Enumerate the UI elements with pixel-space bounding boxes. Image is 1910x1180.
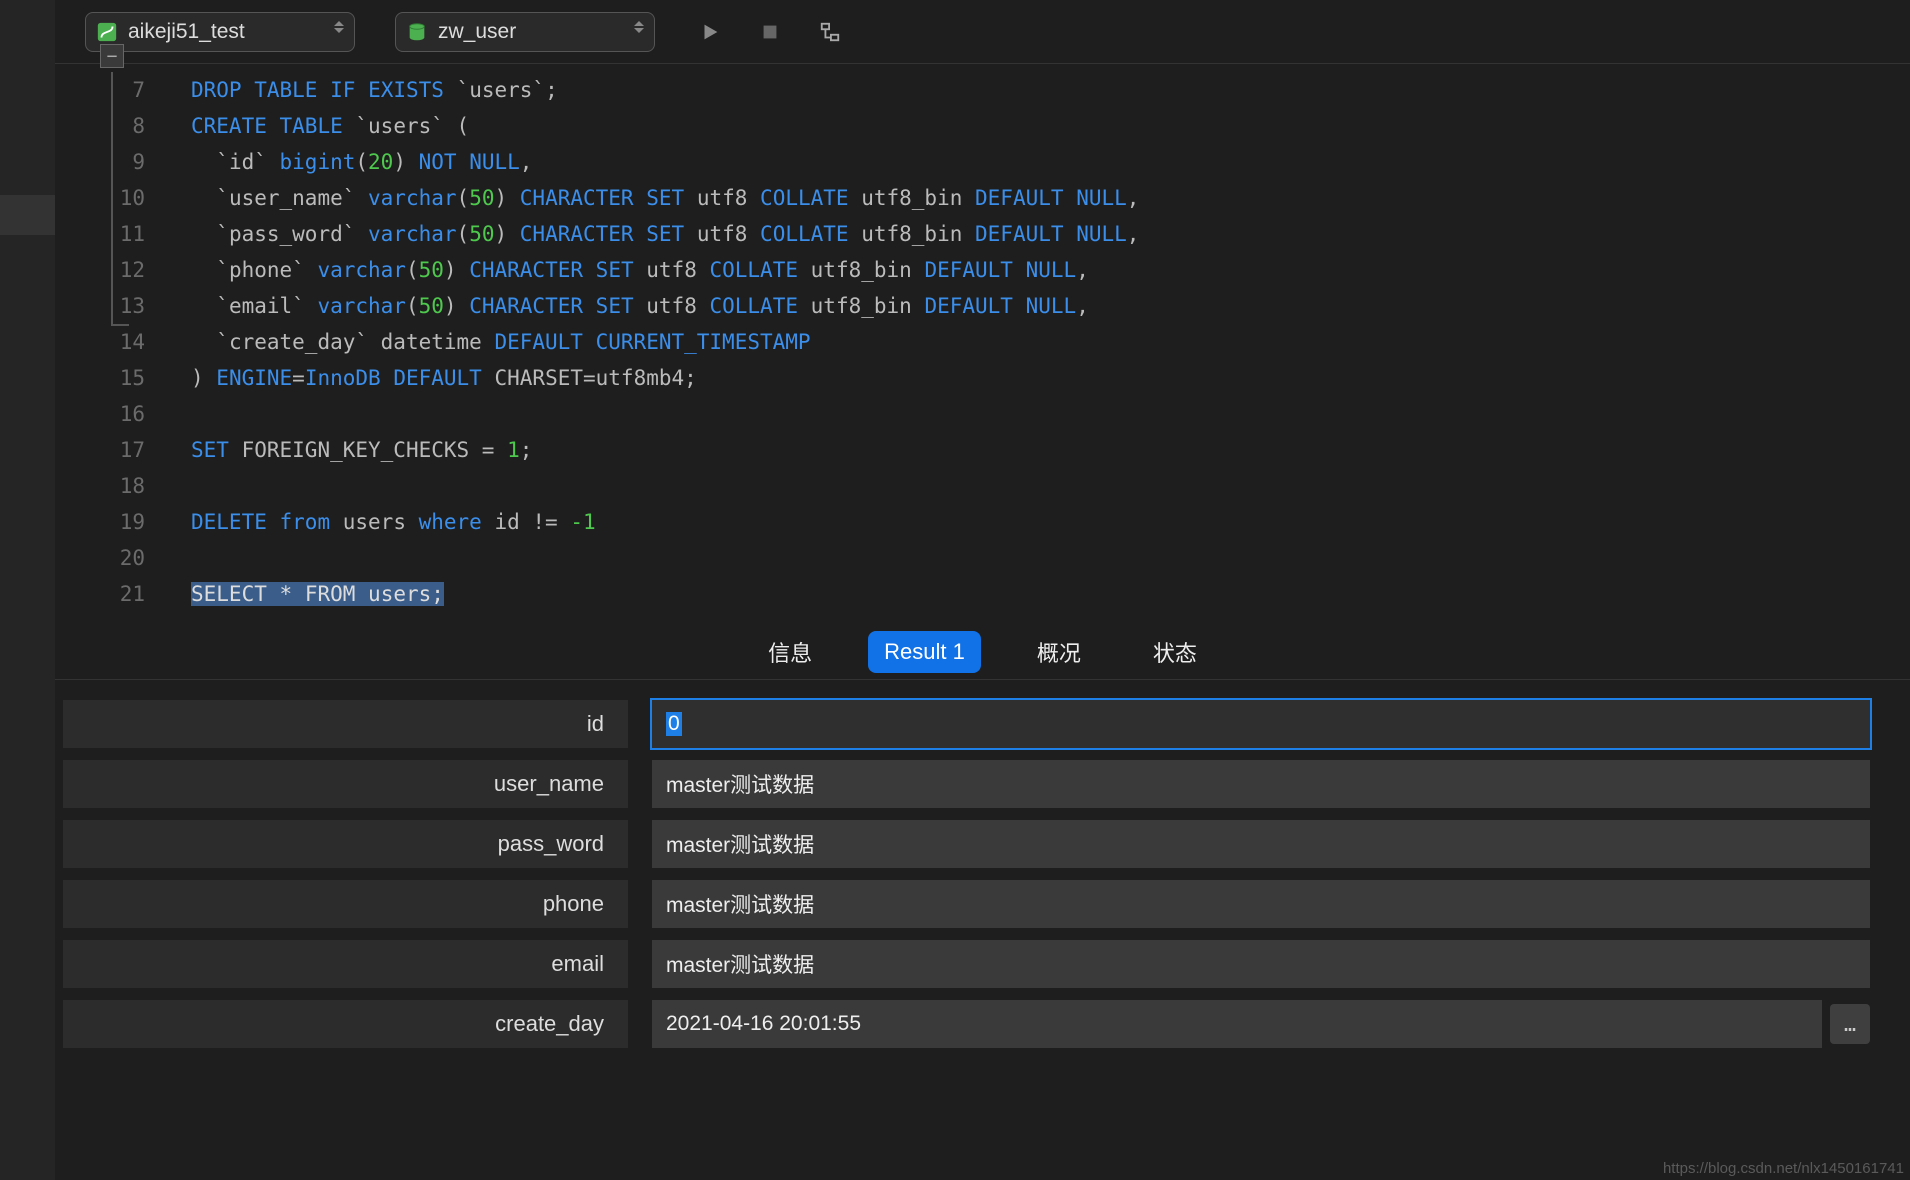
code-line[interactable]: `user_name` varchar(50) CHARACTER SET ut… xyxy=(191,180,1910,216)
line-number: 17 xyxy=(55,432,145,468)
result-tab-bar: 信息 Result 1 概况 状态 xyxy=(55,624,1910,680)
sidebar-active-indicator xyxy=(0,195,55,235)
connection-selector[interactable]: aikeji51_test xyxy=(85,12,355,52)
connection-name: aikeji51_test xyxy=(128,20,245,44)
line-number: 8 xyxy=(55,108,145,144)
left-sidebar xyxy=(0,0,55,1180)
form-row-create_day: create_day 2021-04-16 20:01:55… xyxy=(63,1000,1870,1048)
form-row-email: email master测试数据 xyxy=(63,940,1870,988)
fold-toggle-icon[interactable]: − xyxy=(100,64,124,68)
code-line[interactable]: `create_day` datetime DEFAULT CURRENT_TI… xyxy=(191,324,1910,360)
sql-editor[interactable]: 789101112131415161718192021 − DROP TABLE… xyxy=(55,64,1910,624)
fold-guide xyxy=(111,72,113,324)
code-line[interactable]: SELECT * FROM users; xyxy=(191,576,1910,612)
form-row-pass_word: pass_word master测试数据 xyxy=(63,820,1870,868)
line-number: 11 xyxy=(55,216,145,252)
database-icon xyxy=(406,21,428,43)
tab-result[interactable]: Result 1 xyxy=(868,631,981,673)
stop-button[interactable] xyxy=(755,17,785,47)
code-line[interactable] xyxy=(191,396,1910,432)
code-line[interactable]: `pass_word` varchar(50) CHARACTER SET ut… xyxy=(191,216,1910,252)
line-number: 21 xyxy=(55,576,145,612)
database-name: zw_user xyxy=(438,20,516,44)
watermark-text: https://blog.csdn.net/nlx1450161741 xyxy=(1663,1160,1904,1177)
line-number: 18 xyxy=(55,468,145,504)
database-selector[interactable]: zw_user xyxy=(395,12,655,52)
code-line[interactable]: CREATE TABLE `users` ( xyxy=(191,108,1910,144)
field-label: email xyxy=(63,940,628,988)
line-number: 13 xyxy=(55,288,145,324)
code-line[interactable]: DROP TABLE IF EXISTS `users`; xyxy=(191,72,1910,108)
field-value[interactable]: 2021-04-16 20:01:55 xyxy=(652,1000,1822,1048)
code-line[interactable]: `email` varchar(50) CHARACTER SET utf8 C… xyxy=(191,288,1910,324)
field-value[interactable]: master测试数据 xyxy=(652,880,1870,928)
tab-status[interactable]: 状态 xyxy=(1137,628,1213,676)
line-number: 14 xyxy=(55,324,145,360)
field-value[interactable]: master测试数据 xyxy=(652,760,1870,808)
line-number: 15 xyxy=(55,360,145,396)
form-row-user_name: user_name master测试数据 xyxy=(63,760,1870,808)
line-number: 9 xyxy=(55,144,145,180)
fold-guide-end xyxy=(111,324,129,326)
code-line[interactable] xyxy=(191,468,1910,504)
form-row-phone: phone master测试数据 xyxy=(63,880,1870,928)
chevron-updown-icon xyxy=(334,21,344,33)
query-toolbar: aikeji51_test zw_user xyxy=(55,0,1910,64)
code-line[interactable]: DELETE from users where id != -1 xyxy=(191,504,1910,540)
field-value[interactable]: master测试数据 xyxy=(652,820,1870,868)
form-row-id: id 0 xyxy=(63,700,1870,748)
line-number: 7 xyxy=(55,72,145,108)
explain-button[interactable] xyxy=(815,17,845,47)
result-form-view: id 0 user_name master测试数据 pass_word master测试数… xyxy=(55,680,1910,1180)
code-line[interactable]: SET FOREIGN_KEY_CHECKS = 1; xyxy=(191,432,1910,468)
tab-summary[interactable]: 概况 xyxy=(1021,628,1097,676)
field-value[interactable]: master测试数据 xyxy=(652,940,1870,988)
chevron-updown-icon xyxy=(634,21,644,33)
more-button[interactable]: … xyxy=(1830,1004,1870,1044)
line-number: 20 xyxy=(55,540,145,576)
tab-info[interactable]: 信息 xyxy=(752,628,828,676)
mysql-icon xyxy=(96,21,118,43)
line-number: 19 xyxy=(55,504,145,540)
code-line[interactable] xyxy=(191,540,1910,576)
code-line[interactable]: `id` bigint(20) NOT NULL, xyxy=(191,144,1910,180)
field-label: user_name xyxy=(63,760,628,808)
run-button[interactable] xyxy=(695,17,725,47)
line-number: 10 xyxy=(55,180,145,216)
line-number: 12 xyxy=(55,252,145,288)
field-label: phone xyxy=(63,880,628,928)
field-label: create_day xyxy=(63,1000,628,1048)
field-value[interactable]: 0 xyxy=(652,700,1870,748)
field-label: id xyxy=(63,700,628,748)
code-line[interactable]: ) ENGINE=InnoDB DEFAULT CHARSET=utf8mb4; xyxy=(191,360,1910,396)
line-number: 16 xyxy=(55,396,145,432)
code-line[interactable]: `phone` varchar(50) CHARACTER SET utf8 C… xyxy=(191,252,1910,288)
field-label: pass_word xyxy=(63,820,628,868)
